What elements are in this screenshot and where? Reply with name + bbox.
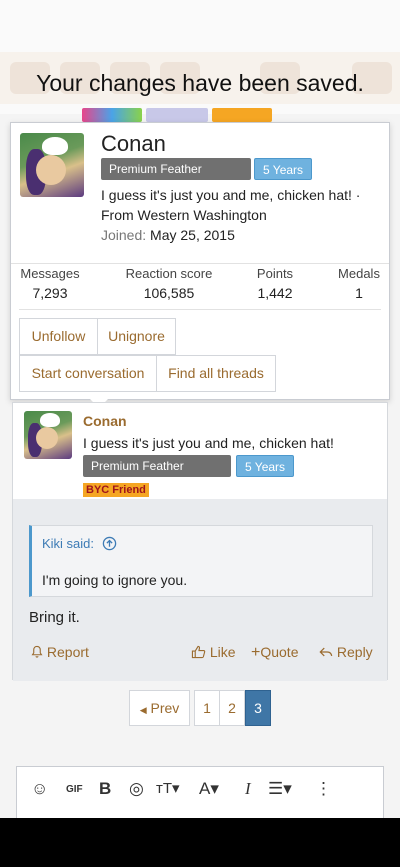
report-button[interactable]: Report <box>31 644 89 660</box>
years-badge: 5 Years <box>254 158 313 180</box>
status-bar <box>0 0 400 52</box>
user-banners <box>82 108 272 122</box>
saved-toast: Your changes have been saved. <box>0 52 400 114</box>
member-name[interactable]: Conan <box>101 131 166 157</box>
quote-button[interactable]: +Quote <box>251 644 298 662</box>
post-message: Bring it. <box>29 609 80 626</box>
member-card: Conan Premium Feather Member 5 Years I g… <box>10 122 390 400</box>
more-options-icon[interactable]: ⋮ <box>315 779 332 799</box>
friend-banner: BYC Friend <box>83 483 149 497</box>
thumbs-up-icon <box>191 645 206 659</box>
reply-editor[interactable]: ☺ GIF B ◎ тT▾ A▾ I ☰▾ ⋮ <box>16 766 384 818</box>
font-family-icon[interactable]: A▾ <box>199 779 219 799</box>
gif-button[interactable]: GIF <box>66 784 83 795</box>
palette-icon[interactable]: ◎ <box>129 779 144 799</box>
stat-points[interactable]: Points 1,442 <box>249 264 301 301</box>
post-author-block: Conan I guess it's just you and me, chic… <box>13 403 387 499</box>
list-icon[interactable]: ☰▾ <box>268 779 292 799</box>
smiley-icon[interactable]: ☺ <box>31 779 48 799</box>
text-size-icon[interactable]: тT▾ <box>156 779 180 797</box>
member-tagline: I guess it's just you and me, chicken ha… <box>101 187 361 223</box>
italic-icon[interactable]: I <box>245 779 251 799</box>
quote-text: I'm going to ignore you. <box>42 572 188 588</box>
stat-medals[interactable]: Medals 1 <box>333 264 385 301</box>
reply-button[interactable]: Reply <box>319 644 373 660</box>
plus-icon: + <box>251 644 261 661</box>
prev-page-button[interactable]: ◀ Prev <box>129 690 190 726</box>
banner-friend <box>212 108 272 122</box>
member-stats: Messages 7,293 Reaction score 106,585 Po… <box>11 263 389 309</box>
post-author[interactable]: Conan <box>83 413 127 429</box>
stat-messages[interactable]: Messages 7,293 <box>19 264 81 301</box>
member-badge: Premium Feather Member <box>83 455 231 495</box>
quote-block: Kiki said: I'm going to ignore you. <box>29 525 373 597</box>
find-threads-button[interactable]: Find all threads <box>156 355 276 392</box>
joined-date: May 25, 2015 <box>150 227 235 243</box>
unignore-button[interactable]: Unignore <box>97 318 176 355</box>
years-badge: 5 Years <box>236 455 295 477</box>
stat-reaction-score[interactable]: Reaction score 106,585 <box>119 264 219 301</box>
joined-info: Joined: May 25, 2015 <box>101 227 235 243</box>
unfollow-button[interactable]: Unfollow <box>19 318 98 355</box>
bell-icon <box>31 645 43 658</box>
arrow-up-circle-icon[interactable] <box>102 536 117 551</box>
banner-spirit <box>82 108 142 122</box>
page-1-button[interactable]: 1 <box>194 690 220 726</box>
avatar[interactable] <box>24 411 72 459</box>
banner-greeter <box>146 108 208 122</box>
card-divider <box>19 309 381 310</box>
reply-arrow-icon <box>319 647 333 657</box>
post-author-tagline: I guess it's just you and me, chicken ha… <box>83 435 334 451</box>
member-badge: Premium Feather Member <box>101 158 251 198</box>
bold-icon[interactable]: B <box>99 779 111 799</box>
like-button[interactable]: Like <box>191 644 236 660</box>
avatar[interactable] <box>20 133 84 197</box>
caret-left-icon: ◀ <box>139 705 147 715</box>
joined-label: Joined: <box>101 227 147 243</box>
post-body: Kiki said: I'm going to ignore you. Brin… <box>13 499 387 681</box>
post: Conan I guess it's just you and me, chic… <box>12 402 388 681</box>
page-2-button[interactable]: 2 <box>219 690 245 726</box>
page-3-button[interactable]: 3 <box>245 690 271 726</box>
system-nav-bar <box>0 818 400 867</box>
toast-message: Your changes have been saved. <box>36 69 364 96</box>
quote-attribution[interactable]: Kiki said: <box>42 536 117 551</box>
start-conversation-button[interactable]: Start conversation <box>19 355 157 392</box>
